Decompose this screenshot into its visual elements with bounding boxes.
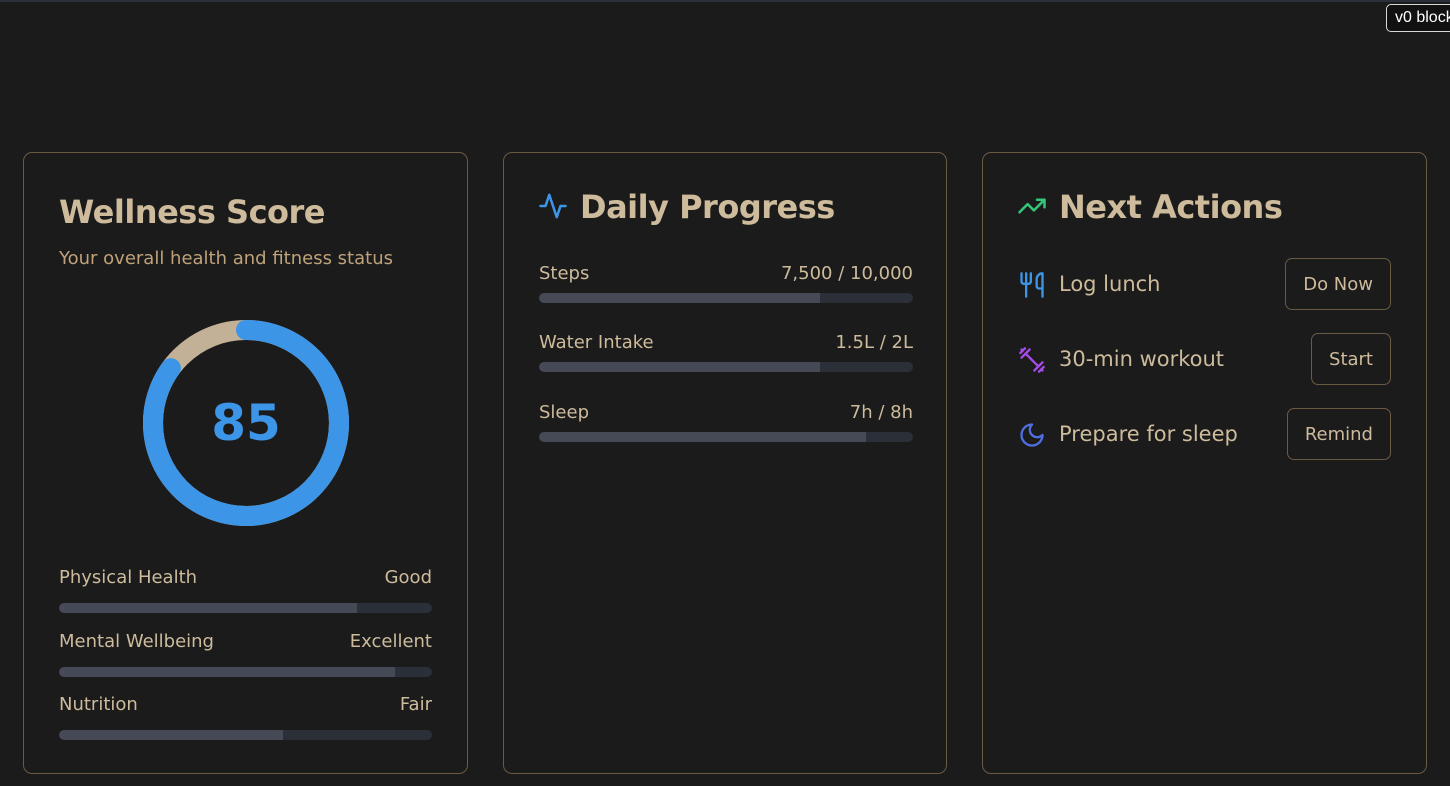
- metric-label: Mental Wellbeing: [59, 631, 214, 652]
- metric-label: Nutrition: [59, 694, 138, 715]
- progress-bar: [539, 293, 913, 303]
- activity-pulse-icon: [539, 193, 567, 219]
- wellness-score-ring: 85: [141, 318, 351, 528]
- wellness-score-title: Wellness Score: [59, 193, 326, 231]
- utensils-icon: [1020, 272, 1044, 298]
- wellness-score-card: Wellness Score Your overall health and f…: [23, 152, 468, 774]
- progress-label: Water Intake: [539, 332, 654, 353]
- progress-steps: Steps 7,500 / 10,000: [539, 263, 913, 307]
- v0-block-badge[interactable]: v0 block: [1386, 4, 1450, 32]
- action-label: Prepare for sleep: [1059, 422, 1238, 446]
- progress-bar: [539, 432, 913, 442]
- trending-up-icon: [1018, 198, 1046, 214]
- moon-icon: [1020, 423, 1044, 447]
- progress-sleep: Sleep 7h / 8h: [539, 402, 913, 446]
- remind-button[interactable]: Remind: [1286, 408, 1391, 460]
- next-actions-title: Next Actions: [1059, 188, 1283, 226]
- action-log-lunch: Log lunch Do Now: [1018, 258, 1391, 310]
- action-label: 30-min workout: [1059, 347, 1225, 371]
- metric-nutrition: Nutrition Fair: [59, 694, 432, 744]
- top-border: [0, 0, 1450, 2]
- wellness-score-value: 85: [211, 394, 281, 452]
- progress-label: Steps: [539, 263, 590, 284]
- dumbbell-icon: [1019, 347, 1045, 373]
- start-button[interactable]: Start: [1311, 333, 1391, 385]
- metric-value: Good: [384, 567, 432, 588]
- metric-progress-bar: [59, 730, 432, 740]
- metric-progress-bar: [59, 603, 432, 613]
- metric-value: Excellent: [349, 631, 432, 652]
- daily-progress-card: Daily Progress Steps 7,500 / 10,000 Wate…: [503, 152, 947, 774]
- action-label: Log lunch: [1059, 272, 1161, 296]
- progress-bar: [539, 362, 913, 372]
- progress-value: 7,500 / 10,000: [780, 263, 913, 284]
- metric-progress-bar: [59, 667, 432, 677]
- metric-physical-health: Physical Health Good: [59, 567, 432, 617]
- metric-label: Physical Health: [59, 567, 198, 588]
- metric-mental-wellbeing: Mental Wellbeing Excellent: [59, 631, 432, 681]
- action-prepare-sleep: Prepare for sleep Remind: [1018, 408, 1391, 460]
- metric-value: Fair: [399, 694, 432, 715]
- progress-value: 1.5L / 2L: [835, 332, 913, 353]
- progress-label: Sleep: [539, 402, 590, 423]
- do-now-button[interactable]: Do Now: [1285, 258, 1391, 310]
- action-workout: 30-min workout Start: [1018, 333, 1391, 385]
- daily-progress-title: Daily Progress: [580, 188, 835, 226]
- next-actions-card: Next Actions Log lunch Do Now 30-min wor…: [982, 152, 1427, 774]
- progress-water-intake: Water Intake 1.5L / 2L: [539, 332, 913, 376]
- progress-value: 7h / 8h: [849, 402, 913, 423]
- wellness-score-subtitle: Your overall health and fitness status: [59, 248, 393, 269]
